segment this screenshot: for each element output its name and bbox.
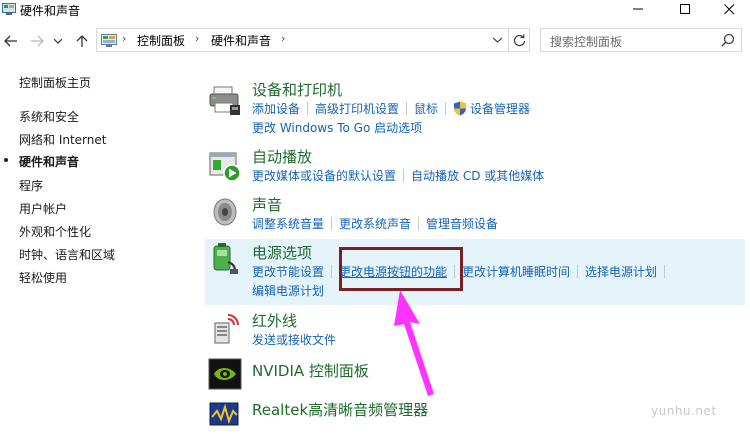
category-infrared: 红外线 发送或接收文件 <box>205 308 745 352</box>
highlight-callout-box <box>339 247 463 291</box>
category-power-options: 电源选项 更改节能设置 更改电源按钮的功能 更改计算机睡眠时间 选择电源计划 编… <box>205 239 745 305</box>
maximize-button[interactable] <box>662 0 708 18</box>
control-panel-icon <box>101 33 117 47</box>
minimize-icon <box>632 8 643 10</box>
category-title[interactable]: 红外线 <box>252 310 297 331</box>
link-divider <box>331 265 333 278</box>
link-add-device[interactable]: 添加设备 <box>252 100 300 117</box>
link-change-sleep-time[interactable]: 更改计算机睡眠时间 <box>462 263 570 280</box>
address-bar[interactable]: › 控制面板 › 硬件和声音 › <box>96 28 530 52</box>
nvidia-icon <box>208 357 242 391</box>
breadcrumb-hardware-sound[interactable]: 硬件和声音 <box>211 32 271 49</box>
address-dropdown-button[interactable] <box>490 33 504 47</box>
maximize-icon <box>679 3 690 14</box>
link-edit-power-plan[interactable]: 编辑电源计划 <box>252 282 324 299</box>
link-divider <box>307 102 309 115</box>
category-links-row: 调整系统音量 更改系统声音 管理音频设备 <box>252 215 498 232</box>
link-adjust-volume[interactable]: 调整系统音量 <box>252 215 324 232</box>
category-links-row: 发送或接收文件 <box>252 331 336 348</box>
link-manage-audio-devices[interactable]: 管理音频设备 <box>426 215 498 232</box>
category-title[interactable]: 自动播放 <box>252 146 312 167</box>
search-box[interactable]: 搜索控制面板 <box>540 28 742 52</box>
category-title[interactable]: Realtek高清晰音频管理器 <box>252 399 428 420</box>
category-title[interactable]: NVIDIA 控制面板 <box>252 360 369 381</box>
refresh-icon <box>513 34 526 46</box>
infrared-icon <box>208 311 242 345</box>
link-divider <box>406 102 408 115</box>
link-change-power-saving-settings[interactable]: 更改节能设置 <box>252 263 324 280</box>
watermark: yunhu.net <box>651 404 717 418</box>
category-links-row: 添加设备 高级打印机设置 鼠标 设备管理器 <box>252 100 530 117</box>
sidebar-item-programs[interactable]: 程序 <box>19 177 43 194</box>
link-send-receive-files[interactable]: 发送或接收文件 <box>252 331 336 348</box>
back-arrow-icon <box>4 35 17 47</box>
link-divider <box>331 217 333 230</box>
link-windows-to-go[interactable]: 更改 Windows To Go 启动选项 <box>252 119 422 136</box>
close-icon <box>723 3 734 14</box>
back-button[interactable] <box>2 32 20 50</box>
link-advanced-printer-setup[interactable]: 高级打印机设置 <box>315 100 399 117</box>
breadcrumb-separator-icon: › <box>281 32 286 45</box>
power-options-icon <box>208 242 242 276</box>
search-icon[interactable] <box>721 33 735 47</box>
recent-locations-button[interactable] <box>52 32 64 50</box>
forward-arrow-icon <box>31 35 44 47</box>
link-device-manager[interactable]: 设备管理器 <box>470 100 530 117</box>
sidebar-item-control-panel-home[interactable]: 控制面板主页 <box>19 74 91 91</box>
category-links-row: 编辑电源计划 <box>252 282 324 299</box>
window-title: 硬件和声音 <box>20 4 81 18</box>
category-links-row: 更改媒体或设备的默认设置 自动播放 CD 或其他媒体 <box>252 167 544 184</box>
forward-button[interactable] <box>28 32 46 50</box>
sidebar-item-system-security[interactable]: 系统和安全 <box>19 108 79 125</box>
sidebar-item-appearance[interactable]: 外观和个性化 <box>19 223 91 240</box>
sidebar-item-user-accounts[interactable]: 用户帐户 <box>19 200 67 217</box>
category-autoplay: 自动播放 更改媒体或设备的默认设置 自动播放 CD 或其他媒体 <box>205 144 745 188</box>
category-sound: 声音 调整系统音量 更改系统声音 管理音频设备 <box>205 192 745 236</box>
chevron-down-icon <box>492 37 502 43</box>
link-autoplay-cd[interactable]: 自动播放 CD 或其他媒体 <box>411 167 544 184</box>
sidebar-item-clock-language-region[interactable]: 时钟、语言和区域 <box>19 246 115 263</box>
link-divider <box>418 217 420 230</box>
sidebar-item-hardware-sound[interactable]: 硬件和声音 <box>19 153 79 170</box>
category-title[interactable]: 设备和打印机 <box>252 79 342 100</box>
link-change-system-sounds[interactable]: 更改系统声音 <box>339 215 411 232</box>
link-mouse[interactable]: 鼠标 <box>414 100 438 117</box>
category-nvidia: NVIDIA 控制面板 <box>205 355 745 393</box>
link-divider <box>445 102 447 115</box>
printer-icon <box>208 83 242 117</box>
sidebar-item-ease-of-access[interactable]: 轻松使用 <box>19 269 67 286</box>
breadcrumb-separator-icon: › <box>195 32 200 45</box>
category-links-row: 更改 Windows To Go 启动选项 <box>252 119 422 136</box>
category-devices-printers: 设备和打印机 添加设备 高级打印机设置 鼠标 设备管理器 更改 Windows … <box>205 76 745 140</box>
autoplay-icon <box>208 149 242 183</box>
pointer-arrow-icon <box>394 290 434 396</box>
chevron-down-icon <box>54 38 62 44</box>
link-divider <box>577 265 579 278</box>
minimize-button[interactable] <box>615 0 661 18</box>
category-title[interactable]: 电源选项 <box>252 242 312 263</box>
title-bar: 硬件和声音 <box>0 0 750 20</box>
refresh-button[interactable] <box>508 29 530 51</box>
close-button[interactable] <box>706 0 750 18</box>
link-change-default-media-settings[interactable]: 更改媒体或设备的默认设置 <box>252 167 396 184</box>
sidebar-item-network-internet[interactable]: 网络和 Internet <box>19 131 106 148</box>
up-arrow-icon <box>76 35 88 47</box>
category-title[interactable]: 声音 <box>252 194 282 215</box>
up-button[interactable] <box>73 32 91 50</box>
breadcrumb-control-panel[interactable]: 控制面板 <box>137 32 185 49</box>
search-placeholder: 搜索控制面板 <box>550 35 623 49</box>
current-item-bullet-icon <box>4 158 8 162</box>
navigation-bar: › 控制面板 › 硬件和声音 › 搜索控制面板 <box>0 28 750 54</box>
control-panel-app-icon <box>2 3 16 15</box>
link-choose-power-plan[interactable]: 选择电源计划 <box>585 263 657 280</box>
speaker-icon <box>208 195 242 229</box>
realtek-audio-icon <box>208 397 242 431</box>
breadcrumb-separator-icon: › <box>122 32 127 45</box>
link-divider <box>664 265 666 278</box>
link-divider <box>403 169 405 182</box>
uac-shield-icon <box>453 101 467 116</box>
